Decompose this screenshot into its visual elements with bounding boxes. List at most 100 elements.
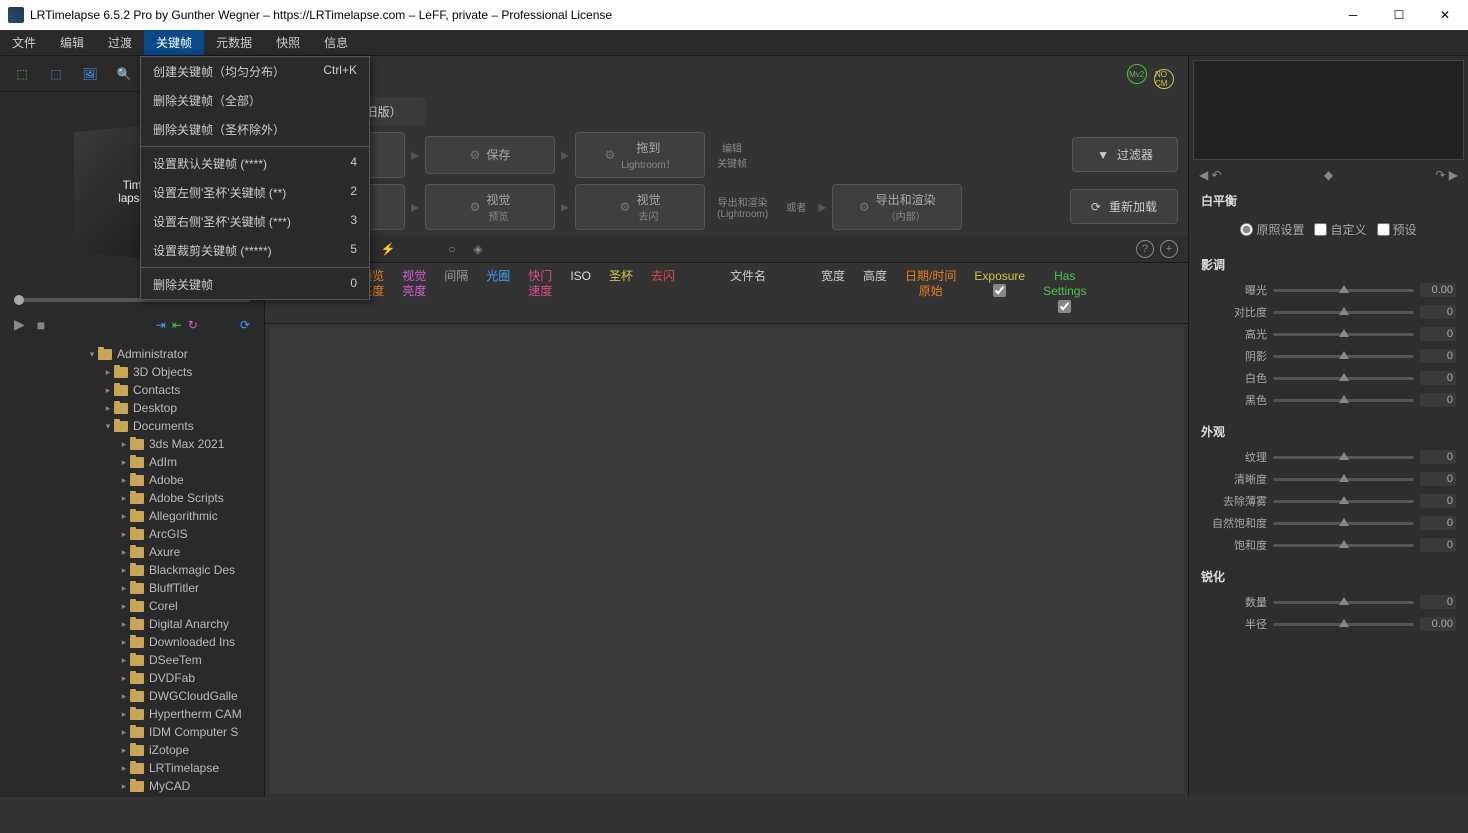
- slider-row[interactable]: 曝光0.00: [1201, 279, 1456, 301]
- column-checkbox[interactable]: [993, 284, 1006, 297]
- export-icon[interactable]: ⇤: [172, 318, 182, 332]
- refresh-icon[interactable]: ⟳: [240, 318, 250, 332]
- column-header[interactable]: 高度: [863, 269, 887, 285]
- slider-row[interactable]: 白色0: [1201, 367, 1456, 389]
- tree-item[interactable]: ▸Contacts: [0, 381, 264, 399]
- tree-item[interactable]: ▸Desktop: [0, 399, 264, 417]
- data-grid[interactable]: [269, 328, 1184, 793]
- slider-row[interactable]: 清晰度0: [1201, 468, 1456, 490]
- nav-first-icon[interactable]: ◀: [1199, 168, 1208, 182]
- dropdown-item[interactable]: 设置裁剪关键帧 (*****)5: [141, 236, 369, 265]
- search-icon[interactable]: 🔍: [114, 64, 134, 84]
- slider-row[interactable]: 去除薄雾0: [1201, 490, 1456, 512]
- tree-item[interactable]: ▸Downloaded Ins: [0, 633, 264, 651]
- tree-item[interactable]: ▸Corel: [0, 597, 264, 615]
- nav-diamond-icon[interactable]: ◆: [1324, 168, 1333, 182]
- slider-row[interactable]: 半径0.00: [1201, 613, 1456, 635]
- slider-row[interactable]: 数量0: [1201, 591, 1456, 613]
- dropdown-item[interactable]: 设置左侧'圣杯'关键帧 (**)2: [141, 178, 369, 207]
- close-button[interactable]: ✕: [1422, 0, 1468, 30]
- maximize-button[interactable]: ☐: [1376, 0, 1422, 30]
- tree-item[interactable]: ▸Blackmagic Des: [0, 561, 264, 579]
- tree-item[interactable]: ▸AdIm: [0, 453, 264, 471]
- filter-button[interactable]: ▼ 过滤器: [1072, 137, 1178, 172]
- tree-item[interactable]: ▸IDM Computer S: [0, 723, 264, 741]
- workflow-button[interactable]: ⚙保存: [425, 136, 555, 174]
- column-checkbox[interactable]: [1058, 300, 1071, 313]
- slider-row[interactable]: 阴影0: [1201, 345, 1456, 367]
- wb-option[interactable]: 预设: [1377, 221, 1417, 238]
- tree-item[interactable]: ▸iZotope: [0, 741, 264, 759]
- menu-快照[interactable]: 快照: [264, 30, 312, 55]
- reload-button[interactable]: ⟳ 重新加载: [1070, 189, 1178, 224]
- tree-item[interactable]: ▾Documents: [0, 417, 264, 435]
- column-header[interactable]: 去闪: [651, 269, 675, 285]
- column-header[interactable]: 文件名: [693, 269, 803, 285]
- add-button[interactable]: +: [1160, 240, 1178, 258]
- tree-item[interactable]: ▸Hypertherm CAM: [0, 705, 264, 723]
- column-header[interactable]: 间隔: [444, 269, 468, 285]
- tree-item[interactable]: ▸Digital Anarchy: [0, 615, 264, 633]
- menu-编辑[interactable]: 编辑: [48, 30, 96, 55]
- tree-item[interactable]: ▸ArcGIS: [0, 525, 264, 543]
- dropdown-item[interactable]: 删除关键帧（圣杯除外）: [141, 115, 369, 144]
- tree-item[interactable]: ▸3D Objects: [0, 363, 264, 381]
- view-icon[interactable]: ◈: [469, 240, 487, 258]
- tree-item[interactable]: ▸DVDFab: [0, 669, 264, 687]
- record-icon[interactable]: ○: [443, 240, 461, 258]
- new-icon[interactable]: ⬚: [12, 64, 32, 84]
- nav-prev-icon[interactable]: ↶: [1212, 168, 1222, 182]
- import-icon[interactable]: ⇥: [156, 318, 166, 332]
- column-header[interactable]: 宽度: [821, 269, 845, 285]
- play-button[interactable]: ▶: [14, 316, 25, 333]
- dropdown-item[interactable]: 设置默认关键帧 (****)4: [141, 149, 369, 178]
- slider-row[interactable]: 自然饱和度0: [1201, 512, 1456, 534]
- menu-信息[interactable]: 信息: [312, 30, 360, 55]
- slider-row[interactable]: 饱和度0: [1201, 534, 1456, 556]
- column-header[interactable]: 光圈: [486, 269, 510, 285]
- menu-过渡[interactable]: 过渡: [96, 30, 144, 55]
- dropdown-item[interactable]: 删除关键帧（全部）: [141, 86, 369, 115]
- tree-item[interactable]: ▸MyCAD: [0, 777, 264, 795]
- slider-row[interactable]: 高光0: [1201, 323, 1456, 345]
- tree-item[interactable]: ▾Administrator: [0, 345, 264, 363]
- crop-icon[interactable]: ⬚: [46, 64, 66, 84]
- column-header[interactable]: Exposure: [974, 269, 1025, 302]
- help-button[interactable]: ?: [1136, 240, 1154, 258]
- image-icon[interactable]: 🖼: [80, 64, 100, 84]
- tree-item[interactable]: ▸Axure: [0, 543, 264, 561]
- wb-option[interactable]: 自定义: [1314, 221, 1366, 238]
- tree-item[interactable]: ▸3ds Max 2021: [0, 435, 264, 453]
- slider-row[interactable]: 黑色0: [1201, 389, 1456, 411]
- wand2-icon[interactable]: ⚡: [379, 240, 397, 258]
- nav-last-icon[interactable]: ▶: [1449, 168, 1458, 182]
- workflow-button[interactable]: ⚙拖到Lightroom！: [575, 132, 705, 178]
- wb-option[interactable]: 原照设置: [1240, 221, 1304, 238]
- tree-item[interactable]: ▸BluffTitler: [0, 579, 264, 597]
- column-header[interactable]: HasSettings: [1043, 269, 1086, 318]
- dropdown-item[interactable]: 设置右侧'圣杯'关键帧 (***)3: [141, 207, 369, 236]
- stop-button[interactable]: ■: [37, 317, 45, 333]
- tree-item[interactable]: ▸Allegorithmic: [0, 507, 264, 525]
- column-header[interactable]: 圣杯: [609, 269, 633, 285]
- dropdown-item[interactable]: 创建关键帧（均匀分布）Ctrl+K: [141, 57, 369, 86]
- tree-item[interactable]: ▸Adobe Scripts: [0, 489, 264, 507]
- sync-icon[interactable]: ↻: [188, 318, 198, 332]
- column-header[interactable]: 日期/时间原始: [905, 269, 956, 300]
- dropdown-item[interactable]: 删除关键帧0: [141, 270, 369, 299]
- slider-row[interactable]: 对比度0: [1201, 301, 1456, 323]
- slider-row[interactable]: 纹理0: [1201, 446, 1456, 468]
- column-header[interactable]: 视觉亮度: [402, 269, 426, 300]
- tree-item[interactable]: ▸DWGCloudGalle: [0, 687, 264, 705]
- menu-元数据[interactable]: 元数据: [204, 30, 264, 55]
- column-header[interactable]: ISO: [570, 269, 591, 285]
- menu-关键帧[interactable]: 关键帧: [144, 30, 204, 55]
- tree-item[interactable]: ▸DSeeTem: [0, 651, 264, 669]
- minimize-button[interactable]: ─: [1330, 0, 1376, 30]
- workflow-button[interactable]: ⚙导出和渲染（内部）: [832, 184, 962, 230]
- workflow-button[interactable]: ⚙视觉预览: [425, 184, 555, 230]
- column-header[interactable]: 快门速度: [528, 269, 552, 300]
- tree-item[interactable]: ▸LRTimelapse: [0, 759, 264, 777]
- nav-next-icon[interactable]: ↷: [1435, 168, 1445, 182]
- tree-item[interactable]: ▸Adobe: [0, 471, 264, 489]
